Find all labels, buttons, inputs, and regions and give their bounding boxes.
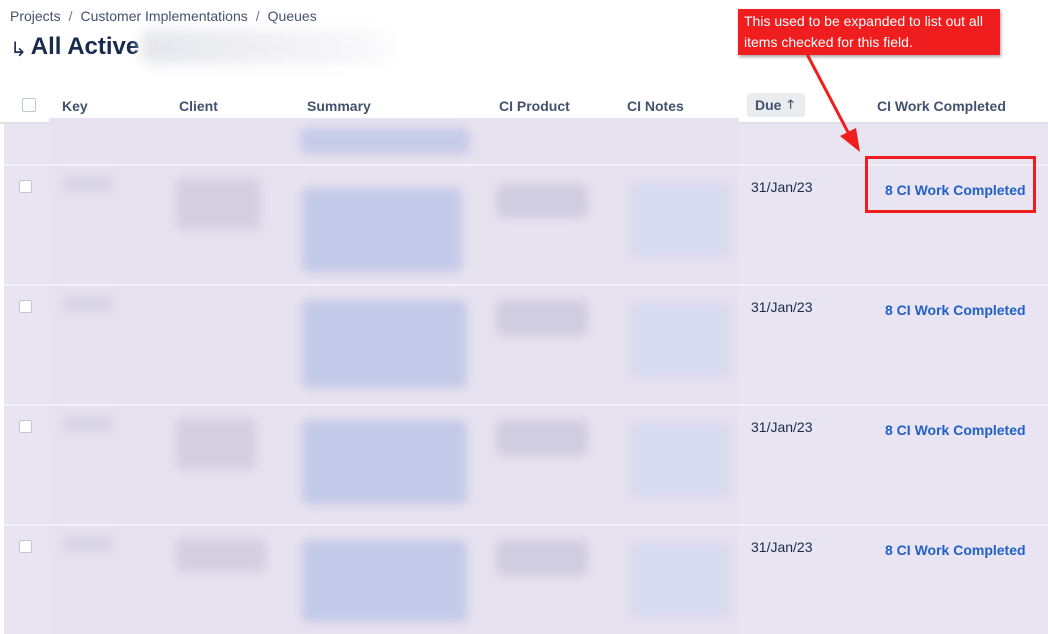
annotation-arrow-icon	[806, 54, 860, 152]
row-checkbox[interactable]	[19, 540, 32, 553]
page-title: All Active	[30, 33, 140, 60]
breadcrumb: Projects / Customer Implementations / Queues	[10, 8, 317, 24]
breadcrumb-queues[interactable]: Queues	[268, 8, 317, 24]
column-header-ci-product[interactable]: CI Product	[499, 98, 570, 114]
row-divider	[4, 284, 1048, 286]
ci-work-completed-link[interactable]: 8 CI Work Completed	[885, 542, 1026, 558]
row-divider	[4, 524, 1048, 526]
column-header-ci-work-completed[interactable]: CI Work Completed	[877, 98, 1006, 114]
redacted-ci-notes	[630, 422, 730, 498]
ci-work-completed-link[interactable]: 8 CI Work Completed	[885, 422, 1026, 438]
column-header-client[interactable]: Client	[179, 98, 218, 114]
redacted-key	[62, 296, 112, 312]
column-header-due-label: Due	[755, 97, 782, 113]
redacted-summary	[302, 300, 467, 388]
redacted-summary	[302, 420, 467, 504]
row-checkbox[interactable]	[19, 420, 32, 433]
annotation-callout: This used to be expanded to list out all…	[738, 9, 1000, 55]
redacted-summary	[302, 540, 467, 622]
column-header-due[interactable]: Due 🡑	[747, 93, 805, 117]
redacted-ci-product	[496, 540, 588, 576]
redacted-ci-product	[496, 184, 588, 218]
redacted-client	[176, 418, 256, 470]
column-header-ci-notes[interactable]: CI Notes	[627, 98, 684, 114]
due-date: 31/Jan/23	[751, 419, 813, 435]
redacted-ci-product	[496, 300, 588, 336]
redacted-key	[62, 536, 112, 552]
select-all-checkbox[interactable]	[22, 98, 36, 112]
ci-work-completed-link[interactable]: 8 CI Work Completed	[885, 302, 1026, 318]
due-date: 31/Jan/23	[751, 539, 813, 555]
redacted-client	[176, 538, 266, 572]
redacted-summary	[302, 188, 462, 272]
redacted-ci-notes	[630, 182, 730, 258]
annotation-highlight-box	[865, 156, 1036, 213]
due-date: 31/Jan/23	[751, 179, 813, 195]
redacted-key	[62, 176, 112, 192]
arrow-up-icon: 🡑	[787, 96, 794, 111]
row-checkbox[interactable]	[19, 300, 32, 313]
due-date: 31/Jan/23	[751, 299, 813, 315]
redacted-title-text	[141, 30, 392, 64]
row-checkbox[interactable]	[19, 180, 32, 193]
redacted-client	[176, 178, 261, 230]
breadcrumb-customer-implementations[interactable]: Customer Implementations	[80, 8, 247, 24]
column-header-key[interactable]: Key	[62, 98, 88, 114]
page-title-row: ↳ All Active	[10, 30, 392, 64]
redacted-ci-notes	[630, 302, 730, 378]
column-header-summary[interactable]: Summary	[307, 98, 371, 114]
breadcrumb-separator: /	[255, 8, 260, 24]
return-arrow-icon: ↳	[10, 38, 27, 61]
redacted-content	[300, 128, 470, 154]
redacted-key	[62, 416, 112, 432]
redacted-ci-notes	[630, 542, 730, 618]
breadcrumb-separator: /	[68, 8, 73, 24]
redacted-ci-product	[496, 420, 588, 456]
breadcrumb-projects[interactable]: Projects	[10, 8, 61, 24]
row-divider	[4, 404, 1048, 406]
